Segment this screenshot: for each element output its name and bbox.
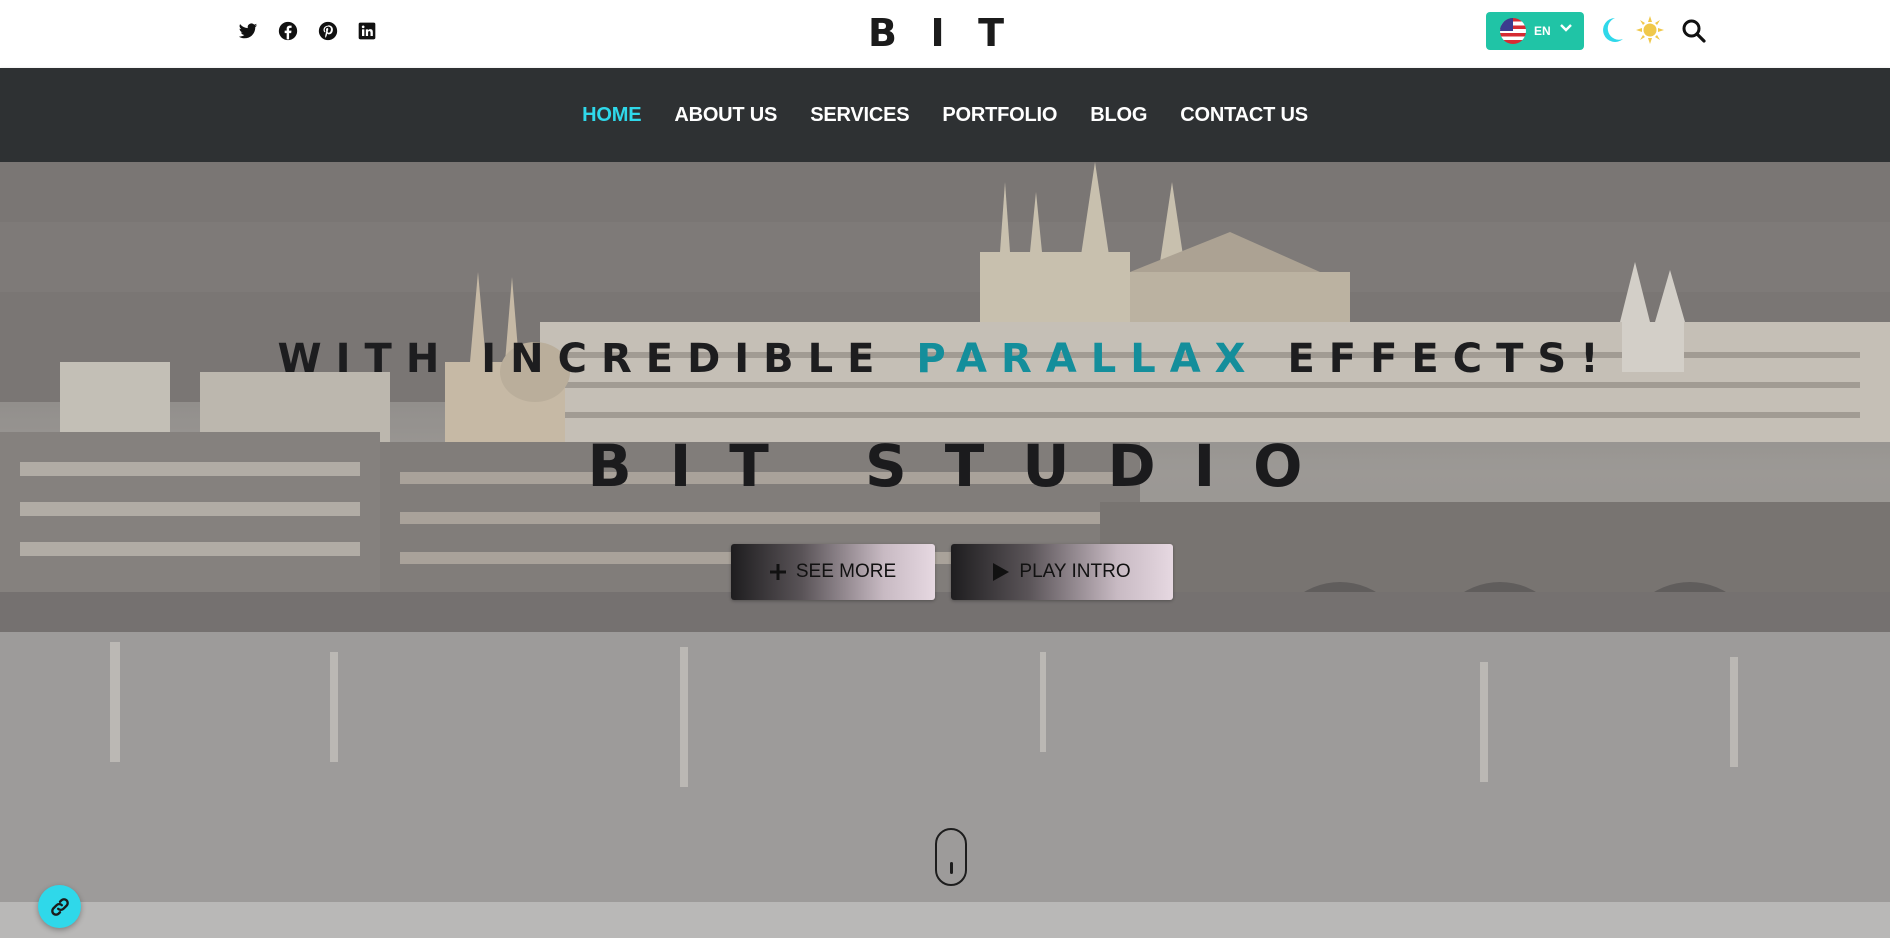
play-icon: [993, 563, 1010, 581]
nav-item-portfolio[interactable]: PORTFOLIO: [942, 104, 1057, 127]
nav-item-blog[interactable]: BLOG: [1090, 104, 1147, 127]
twitter-icon[interactable]: [236, 19, 260, 43]
pinterest-icon[interactable]: [316, 19, 340, 43]
hero-title: BIT STUDIO: [587, 432, 1341, 500]
language-selector[interactable]: EN: [1486, 12, 1584, 50]
nav-item-contact-us[interactable]: CONTACT US: [1180, 104, 1308, 127]
nav-item-about-us[interactable]: ABOUT US: [674, 104, 777, 127]
hero-section: WITH INCREDIBLE PARALLAX EFFECTS! BIT ST…: [0, 162, 1890, 938]
us-flag-icon: [1500, 18, 1526, 44]
see-more-label: SEE MORE: [795, 561, 897, 582]
scroll-down-indicator[interactable]: [935, 828, 967, 886]
tagline-text: WITH INCREDIBLE: [277, 336, 917, 382]
linkedin-icon[interactable]: [355, 19, 379, 43]
sun-icon[interactable]: [1635, 15, 1665, 45]
site-logo[interactable]: B I T: [868, 8, 1004, 58]
logo-letter: T: [978, 11, 1004, 55]
hero-overlay: [0, 162, 1890, 938]
search-icon[interactable]: [1681, 18, 1707, 44]
logo-letter: B: [868, 11, 897, 55]
top-bar: B I T EN: [0, 0, 1890, 68]
language-code: EN: [1534, 24, 1551, 38]
facebook-icon[interactable]: [276, 19, 300, 43]
link-icon[interactable]: [38, 885, 81, 928]
tagline-text-end: EFFECTS!: [1259, 336, 1613, 382]
chevron-down-icon: [1559, 24, 1572, 32]
play-intro-button[interactable]: PLAY INTRO: [951, 544, 1173, 600]
see-more-button[interactable]: SEE MORE: [731, 544, 935, 600]
scroll-wheel: [950, 862, 953, 874]
nav-item-home[interactable]: HOME: [582, 104, 641, 127]
moon-icon[interactable]: [1597, 15, 1625, 45]
plus-icon: [769, 564, 786, 580]
play-intro-label: PLAY INTRO: [1019, 561, 1131, 582]
tagline-accent: PARALLAX: [916, 336, 1260, 382]
main-navigation: HOME ABOUT US SERVICES PORTFOLIO BLOG CO…: [0, 68, 1890, 162]
hero-tagline: WITH INCREDIBLE PARALLAX EFFECTS!: [0, 336, 1890, 382]
nav-item-services[interactable]: SERVICES: [810, 104, 909, 127]
logo-letter: I: [930, 11, 945, 55]
